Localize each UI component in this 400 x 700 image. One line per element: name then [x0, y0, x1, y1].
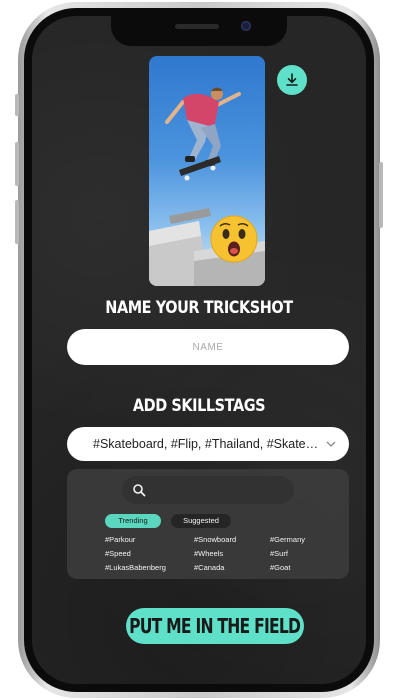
tab-trending[interactable]: Trending — [105, 514, 161, 528]
skillstags-select[interactable]: #Skateboard, #Flip, #Thailand, #Skateboa… — [67, 427, 349, 461]
phone-frame: NAME YOUR TRICKSHOT ADD SKILLSTAGS #Skat… — [15, 2, 383, 698]
skillstags-title: ADD SKILLSTAGS — [132, 396, 266, 416]
cta-label: PUT ME IN THE FIELD — [129, 614, 301, 638]
skillstags-value: #Skateboard, #Flip, #Thailand, #Skateboa… — [93, 437, 321, 451]
trickshot-preview[interactable] — [149, 56, 265, 286]
tag-item[interactable]: #Goat — [270, 563, 290, 572]
tag-item[interactable]: #Snowboard — [194, 535, 236, 544]
speaker-grille — [175, 24, 219, 29]
tag-item[interactable]: #Wheels — [194, 549, 223, 558]
power-button — [379, 162, 383, 228]
tag-item[interactable]: #Canada — [194, 563, 224, 572]
put-me-in-the-field-button[interactable]: PUT ME IN THE FIELD — [126, 608, 304, 644]
tab-suggested[interactable]: Suggested — [171, 514, 231, 528]
mute-switch — [15, 94, 19, 116]
tag-item[interactable]: #Parkour — [105, 535, 135, 544]
tag-panel: Trending Suggested #Parkour #Snowboard #… — [67, 469, 349, 579]
download-button[interactable] — [277, 65, 307, 95]
page-title: NAME YOUR TRICKSHOT — [105, 298, 293, 318]
phone-bezel: NAME YOUR TRICKSHOT ADD SKILLSTAGS #Skat… — [24, 8, 374, 692]
front-camera — [241, 21, 251, 31]
tag-search-input[interactable] — [150, 480, 290, 502]
download-icon — [286, 73, 298, 86]
notch — [111, 16, 287, 46]
app-screen: NAME YOUR TRICKSHOT ADD SKILLSTAGS #Skat… — [32, 16, 366, 684]
volume-up-button — [15, 142, 19, 186]
tag-item[interactable]: #Speed — [105, 549, 131, 558]
surprised-emoji-icon[interactable] — [209, 214, 259, 264]
tag-item[interactable]: #LukasBabenberg — [105, 563, 166, 572]
tag-search-bar[interactable] — [122, 476, 294, 504]
tag-item[interactable]: #Surf — [270, 549, 288, 558]
search-icon — [133, 484, 146, 497]
chevron-down-icon — [326, 441, 336, 447]
volume-down-button — [15, 200, 19, 244]
trickshot-name-input[interactable] — [67, 329, 349, 365]
tag-item[interactable]: #Germany — [270, 535, 305, 544]
